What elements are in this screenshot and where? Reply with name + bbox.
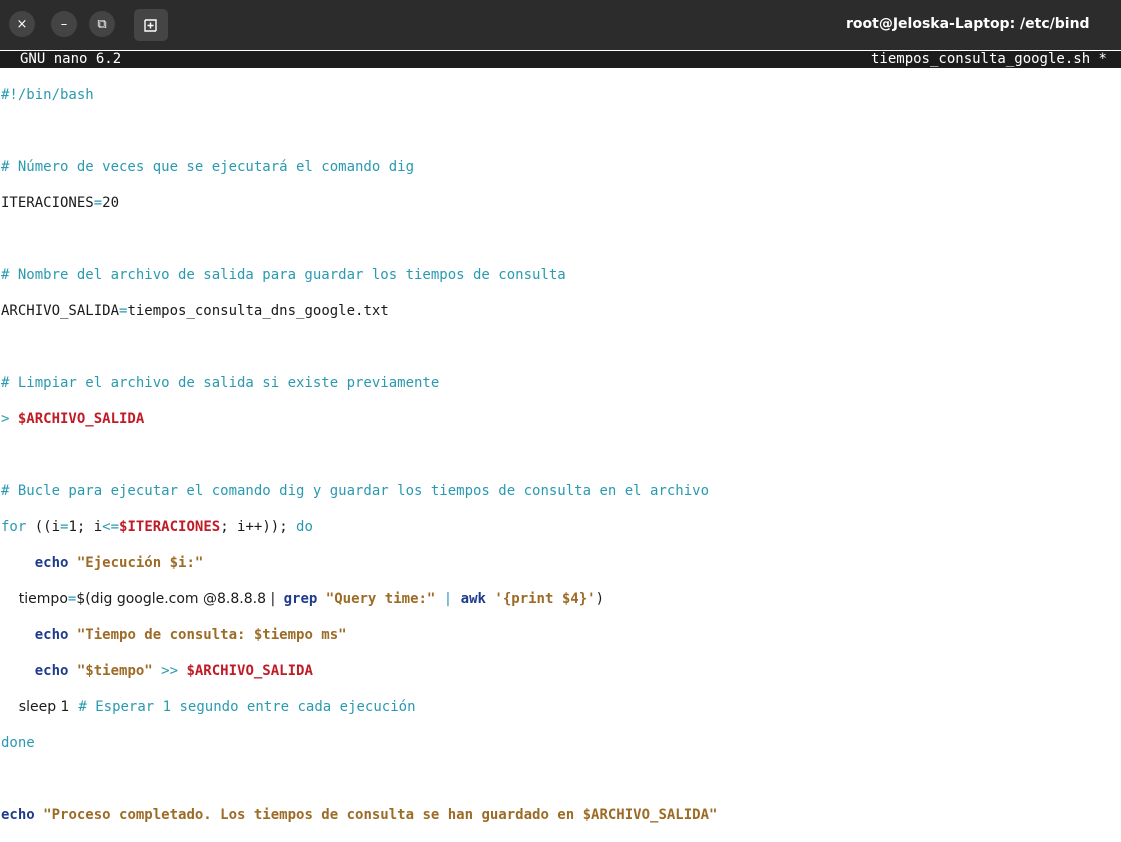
code-token: = [93,195,103,211]
code-token: do [296,519,313,535]
code-token: "Tiempo de consulta: $tiempo ms" [76,627,347,643]
minimize-icon: – [60,16,68,32]
maximize-button[interactable]: ⧉ [89,11,115,37]
code-token: # Número de veces que se ejecutará el co… [1,159,415,175]
code-line: echo "Tiempo de consulta: $tiempo ms" [1,626,717,644]
code-token: $ARCHIVO_SALIDA [186,663,313,679]
code-token: for [1,519,27,535]
code-line: tiempo=$(dig google.com @8.8.8.8 | grep … [1,590,717,608]
code-line: ARCHIVO_SALIDA=tiempos_consulta_dns_goog… [1,302,717,320]
nano-filename: tiempos_consulta_google.sh * [870,51,1107,67]
code-token: $ITERACIONES [119,519,221,535]
code-token: 20 [102,195,120,211]
code-token: # Bucle para ejecutar el comando dig y g… [1,483,710,499]
code-token: <= [102,519,120,535]
code-token: "Query time:" [325,591,436,607]
code-token: = [60,519,69,535]
code-token: = [67,591,77,607]
code-token: dig google.com @8.8.8.8 [90,591,271,607]
code-line: for ((i=1; i<=$ITERACIONES; i++)); do [1,518,717,536]
code-line: echo "Proceso completado. Los tiempos de… [1,806,717,824]
code-token: # Nombre del archivo de salida para guar… [1,267,566,283]
code-line: # Número de veces que se ejecutará el co… [1,158,717,176]
code-line: > $ARCHIVO_SALIDA [1,410,717,428]
code-token: 1; i [68,519,103,535]
code-line: echo "$tiempo" >> $ARCHIVO_SALIDA [1,662,717,680]
code-token: '{print $4}' [494,591,596,607]
window-titlebar: × – ⧉ root@Jeloska-Laptop: /etc/bind [0,0,1121,50]
close-button[interactable]: × [9,11,35,37]
code-token: ) [595,591,604,607]
maximize-icon: ⧉ [97,16,107,32]
code-token: "Ejecución $i:" [76,555,204,571]
code-token: tiempos_consulta_dns_google.txt [127,303,389,319]
code-token: $ARCHIVO_SALIDA [17,411,145,427]
code-line: echo "Ejecución $i:" [1,554,717,572]
window-title: root@Jeloska-Laptop: /etc/bind [846,16,1090,32]
code-line: # Bucle para ejecutar el comando dig y g… [1,482,717,500]
code-token: echo [34,627,69,643]
code-line: sleep 1 # Esperar 1 segundo entre cada e… [1,698,717,716]
code-token: tiempo [1,591,68,607]
code-token: | [443,591,453,607]
code-token: "$tiempo" [76,663,153,679]
code-token: $( [76,591,91,607]
code-line: ITERACIONES=20 [1,194,717,212]
code-token: #!/bin/bash [1,87,94,103]
code-token: ; i++)); [220,519,297,535]
code-token: echo [34,663,69,679]
code-token: grep [283,591,318,607]
code-token: done [1,735,35,751]
code-token: >> [152,663,187,679]
code-token: echo [34,555,69,571]
code-token: ITERACIONES [1,195,94,211]
code-token: ARCHIVO_SALIDA [1,303,120,319]
code-token: sleep 1 [1,699,79,715]
code-line: #!/bin/bash [1,86,717,104]
editor-text-area[interactable]: #!/bin/bash # Número de veces que se eje… [1,68,717,842]
code-token: awk [460,591,486,607]
code-token: # Limpiar el archivo de salida si existe… [1,375,440,391]
code-line: # Nombre del archivo de salida para guar… [1,266,717,284]
code-line: # Limpiar el archivo de salida si existe… [1,374,717,392]
nano-title-bar: GNU nano 6.2 tiempos_consulta_google.sh … [0,51,1121,68]
nano-version: GNU nano 6.2 [20,51,122,67]
code-token: "Proceso completado. Los tiempos de cons… [43,807,718,823]
new-tab-icon [144,19,157,32]
code-token: # Esperar 1 segundo entre cada ejecución [78,699,416,715]
code-token: > [1,411,18,427]
new-tab-button[interactable] [134,9,168,41]
code-line: done [1,734,717,752]
code-token: ((i [26,519,61,535]
close-icon: × [16,16,28,32]
minimize-button[interactable]: – [51,11,77,37]
code-token: echo [1,807,35,823]
